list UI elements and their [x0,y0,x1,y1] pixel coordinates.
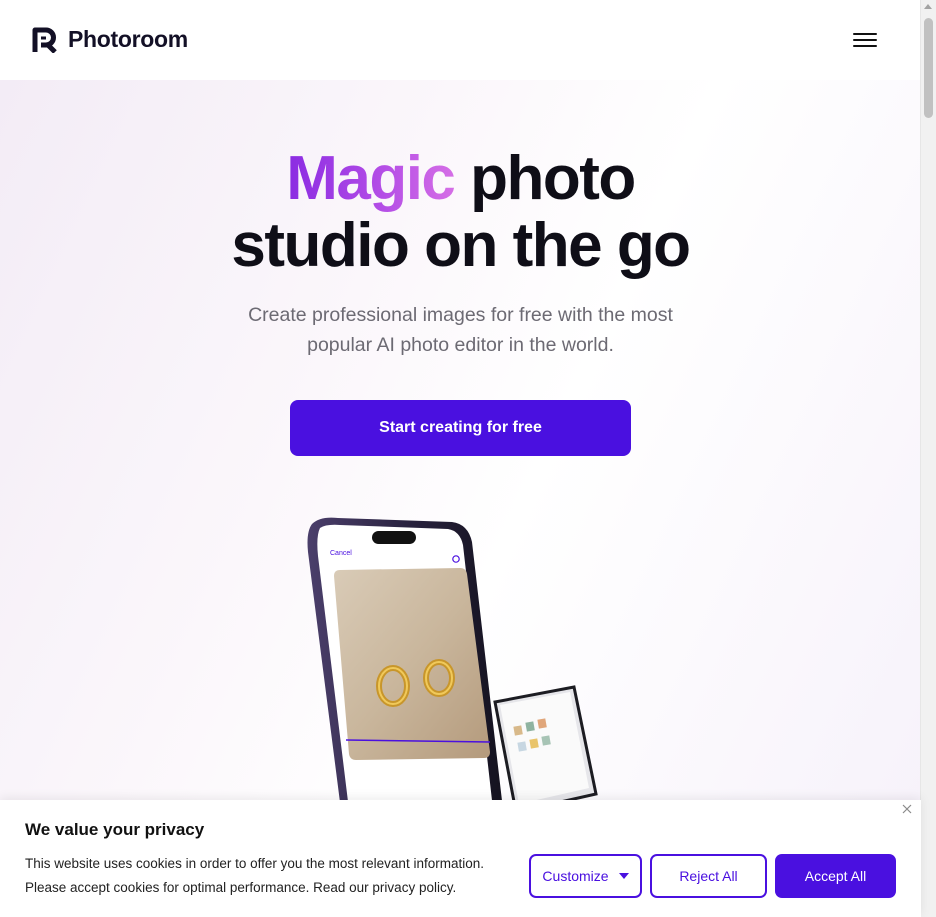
hero-subtitle: Create professional images for free with… [0,300,921,360]
hero-subtitle-line1: Create professional images for free with… [248,304,673,326]
phone-and-laptop-illustration: Cancel [307,517,602,812]
hero-title-rest: photo [470,144,636,213]
cookie-banner-text: This website uses cookies in order to of… [25,852,515,900]
cookie-text-line2: Please accept cookies for optimal perfor… [25,880,457,895]
close-icon[interactable] [900,802,914,816]
brand-name: Photoroom [68,26,188,52]
hero-section: Magic photo studio on the go Create prof… [0,80,921,917]
scroll-up-arrow-icon[interactable] [924,4,932,9]
hamburger-menu-button[interactable] [849,28,881,52]
customize-label: Customize [542,868,609,884]
hero-title-line1: Magic photo [0,143,921,214]
hero-title-highlight: Magic [286,144,456,213]
hero-subtitle-line2: popular AI photo editor in the world. [307,334,614,356]
customize-button[interactable]: Customize [529,854,642,898]
phone-illustration: Cancel [307,517,504,812]
photoroom-logo[interactable]: Photoroom [32,26,188,53]
caret-down-icon [618,873,629,879]
accept-all-button[interactable]: Accept All [775,854,896,898]
hamburger-line [853,39,877,41]
start-creating-button[interactable]: Start creating for free [290,400,631,456]
hamburger-line [853,45,877,47]
laptop-illustration [493,685,602,812]
reject-all-button[interactable]: Reject All [650,854,767,898]
hero-title-line2: studio on the go [231,211,691,280]
hamburger-menu-icon [853,33,877,35]
cookie-text-line1: This website uses cookies in order to of… [25,856,484,871]
phone-cancel-label: Cancel [330,550,352,557]
site-header: Photoroom [0,0,921,80]
cookie-banner: We value your privacy This website uses … [0,800,921,917]
photoroom-logo-icon [32,27,57,53]
scrollbar-thumb[interactable] [924,18,933,118]
page-scrollbar[interactable] [920,0,936,917]
cookie-banner-title: We value your privacy [25,820,205,839]
